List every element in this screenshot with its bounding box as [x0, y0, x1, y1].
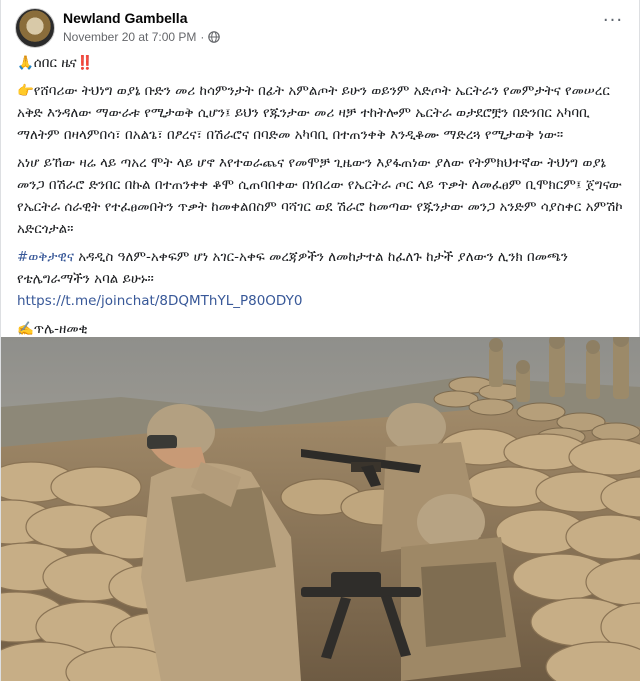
- post-text: 🙏ሰበር ዜና‼️ 👉የሸባሪው ትህነግ ወያኔ ቡድን መሪ ከሳምንታት …: [17, 52, 627, 346]
- hashtag-link[interactable]: #ወቅታዊና: [17, 249, 74, 265]
- meta-separator: ·: [200, 30, 205, 44]
- telegram-link[interactable]: https://t.me/joinchat/8DQMThYL_P80ODY0: [17, 293, 302, 309]
- post-card: Newland Gambella November 20 at 7:00 PM …: [0, 0, 640, 681]
- breaking-news-heading: 🙏ሰበር ዜና‼️: [17, 55, 94, 71]
- post-header: Newland Gambella November 20 at 7:00 PM …: [15, 8, 627, 48]
- paragraph-2: አነሆ ይኸው ዛሬ ላይ ጣአረ ሞት ላይ ሆኖ እየተወራጨና የመሞቻ …: [17, 155, 623, 237]
- paragraph-1: 👉የሸባሪው ትህነግ ወያኔ ቡድን መሪ ከሳምንታት በፊት አምልጦት …: [17, 83, 610, 143]
- globe-icon: [208, 31, 221, 43]
- avatar[interactable]: [15, 8, 55, 48]
- timestamp[interactable]: November 20 at 7:00 PM: [63, 30, 196, 44]
- post-meta: November 20 at 7:00 PM ·: [63, 30, 221, 44]
- author-name[interactable]: Newland Gambella: [63, 10, 187, 26]
- post-photo[interactable]: [1, 337, 640, 681]
- more-options-button[interactable]: ···: [599, 12, 627, 34]
- paragraph-3-text: አዳዲስ ዓለም-አቀፍም ሆነ አገር-አቀፍ መረጃዎችን ለመከታተል ከ…: [17, 249, 568, 287]
- paragraph-3: #ወቅታዊና አዳዲስ ዓለም-አቀፍም ሆነ አገር-አቀፍ መረጃዎችን ለ…: [17, 246, 627, 312]
- soldiers-photo: [1, 337, 640, 681]
